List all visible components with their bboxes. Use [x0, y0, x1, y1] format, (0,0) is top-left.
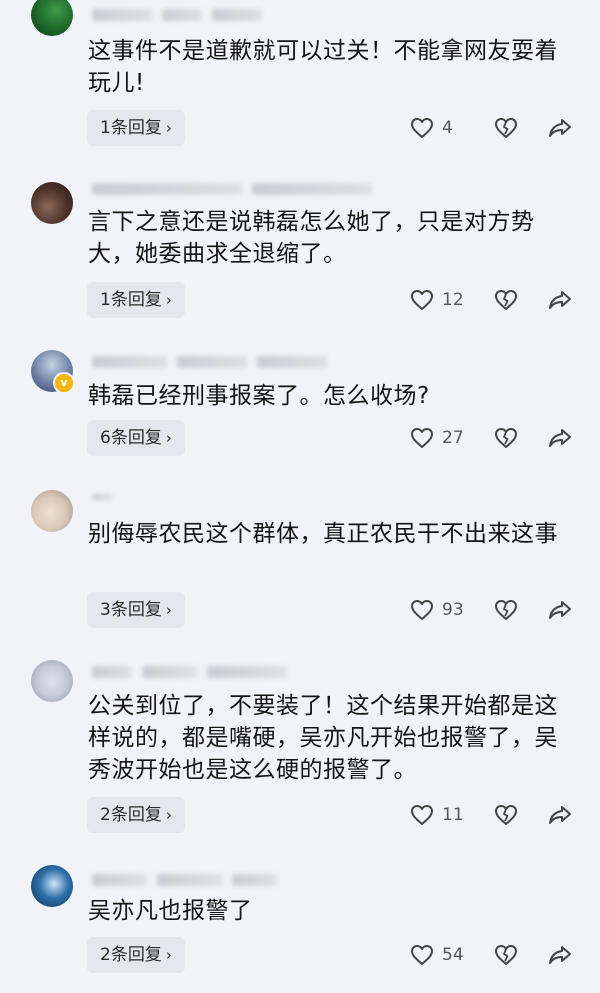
comment-meta-redacted — [92, 8, 262, 22]
like-button[interactable]: 93 — [410, 599, 480, 621]
view-replies-button[interactable]: 3条回复 › — [87, 592, 185, 628]
comment-meta-redacted — [92, 665, 287, 679]
like-button[interactable]: 54 — [410, 944, 480, 966]
comment-actions: 27 — [410, 420, 572, 456]
chevron-right-icon: › — [165, 946, 172, 964]
comment-actions: 12 — [410, 282, 572, 318]
like-button[interactable]: 12 — [410, 289, 480, 311]
view-replies-button[interactable]: 2条回复 › — [87, 797, 185, 833]
verified-badge-icon: v — [53, 372, 75, 394]
view-replies-button[interactable]: 6条回复 › — [87, 420, 185, 456]
chevron-right-icon: › — [165, 601, 172, 619]
comment-text: 公关到位了，不要装了！这个结果开始都是这样说的，都是嘴硬，吴亦凡开始也报警了，吴… — [88, 693, 558, 783]
comment-text: 言下之意还是说韩磊怎么她了，只是对方势大，她委曲求全退缩了。 — [88, 209, 535, 267]
broken-heart-icon[interactable] — [494, 289, 518, 311]
reply-count-label: 2条回复 — [100, 945, 162, 965]
heart-outline-icon — [410, 289, 434, 311]
comment-actions: 11 — [410, 797, 572, 833]
share-arrow-icon[interactable] — [548, 427, 572, 449]
broken-heart-icon[interactable] — [494, 117, 518, 139]
view-replies-button[interactable]: 1条回复 › — [87, 282, 185, 318]
comment-meta-redacted — [92, 873, 277, 887]
broken-heart-icon[interactable] — [494, 944, 518, 966]
comment-actions: 54 — [410, 937, 572, 973]
avatar[interactable] — [31, 182, 73, 224]
heart-outline-icon — [410, 427, 434, 449]
chevron-right-icon: › — [165, 119, 172, 137]
view-replies-button[interactable]: 1条回复 › — [87, 110, 185, 146]
like-count: 93 — [442, 600, 464, 620]
comment-actions: 4 — [410, 110, 572, 146]
broken-heart-icon[interactable] — [494, 804, 518, 826]
avatar[interactable] — [31, 865, 73, 907]
like-button[interactable]: 11 — [410, 804, 480, 826]
like-button[interactable]: 4 — [410, 117, 480, 139]
comment-text: 别侮辱农民这个群体，真正农民干不出来这事 — [88, 521, 558, 547]
like-count: 12 — [442, 290, 464, 310]
avatar[interactable] — [31, 490, 73, 532]
heart-outline-icon — [410, 804, 434, 826]
comment-meta-redacted — [92, 355, 327, 369]
comment-text: 吴亦凡也报警了 — [88, 898, 253, 924]
share-arrow-icon[interactable] — [548, 944, 572, 966]
comment-text: 韩磊已经刑事报案了。怎么收场? — [88, 383, 430, 409]
like-count: 54 — [442, 945, 464, 965]
share-arrow-icon[interactable] — [548, 599, 572, 621]
avatar[interactable] — [31, 0, 73, 36]
broken-heart-icon[interactable] — [494, 599, 518, 621]
view-replies-button[interactable]: 2条回复 › — [87, 937, 185, 973]
reply-count-label: 1条回复 — [100, 290, 162, 310]
heart-outline-icon — [410, 117, 434, 139]
broken-heart-icon[interactable] — [494, 427, 518, 449]
chevron-right-icon: › — [165, 806, 172, 824]
like-button[interactable]: 27 — [410, 427, 480, 449]
comment-actions: 93 — [410, 592, 572, 628]
comment-text: 这事件不是道歉就可以过关！不能拿网友耍着玩儿! — [88, 38, 558, 96]
like-count: 11 — [442, 805, 464, 825]
comment-meta-redacted — [92, 490, 112, 504]
reply-count-label: 1条回复 — [100, 118, 162, 138]
share-arrow-icon[interactable] — [548, 117, 572, 139]
share-arrow-icon[interactable] — [548, 289, 572, 311]
share-arrow-icon[interactable] — [548, 804, 572, 826]
comment-meta-redacted — [92, 182, 372, 196]
chevron-right-icon: › — [165, 429, 172, 447]
chevron-right-icon: › — [165, 291, 172, 309]
like-count: 27 — [442, 428, 464, 448]
avatar[interactable]: v — [31, 350, 75, 394]
reply-count-label: 2条回复 — [100, 805, 162, 825]
heart-outline-icon — [410, 599, 434, 621]
heart-outline-icon — [410, 944, 434, 966]
avatar[interactable] — [31, 660, 73, 702]
reply-count-label: 6条回复 — [100, 428, 162, 448]
like-count: 4 — [442, 118, 453, 138]
reply-count-label: 3条回复 — [100, 600, 162, 620]
